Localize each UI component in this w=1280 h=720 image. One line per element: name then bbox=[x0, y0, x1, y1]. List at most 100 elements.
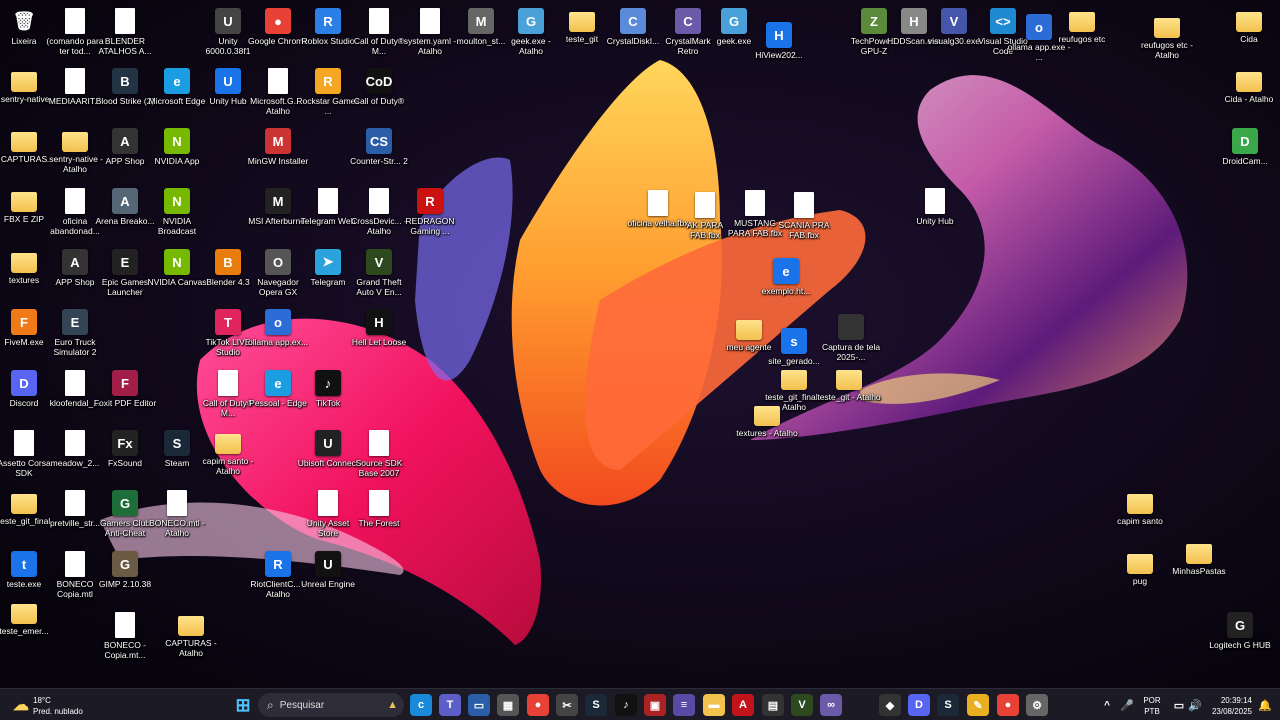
search-icon: ⌕ bbox=[267, 697, 274, 712]
clock[interactable]: 20:39:14 23/08/2025 bbox=[1204, 695, 1252, 717]
desktop-icon-droidcam[interactable]: D DroidCam... bbox=[1213, 128, 1277, 166]
desktop-icon-nvidia-app[interactable]: N NVIDIA App bbox=[145, 128, 209, 166]
taskbar-tiktok-icon[interactable]: ♪ bbox=[615, 694, 637, 716]
weather-icon[interactable]: ☁ bbox=[10, 694, 32, 716]
desktop-icon-boneco-copia-mt[interactable]: BONECO - Copia.mt... bbox=[93, 612, 157, 660]
desktop-icon-hell-let-loose[interactable]: H Hell Let Loose bbox=[347, 309, 411, 347]
taskbar-security-icon[interactable]: ◆ bbox=[879, 694, 901, 716]
taskbar-teams-icon[interactable]: T bbox=[439, 694, 461, 716]
taskbar-store-icon[interactable]: ▤ bbox=[762, 694, 784, 716]
taskbar-snipping-icon[interactable]: ✂ bbox=[556, 694, 578, 716]
desktop-icon-capturas-atalho[interactable]: CAPTURAS - Atalho bbox=[159, 612, 223, 658]
desktop-icon-foxit-pdf-editor[interactable]: F Foxit PDF Editor bbox=[93, 370, 157, 408]
desktop-icon-reufugos-etc-atalho[interactable]: reufugos etc - Atalho bbox=[1135, 14, 1199, 60]
microphone-icon[interactable]: 🎤 bbox=[1116, 694, 1138, 716]
language-indicator[interactable]: POR PTB bbox=[1140, 695, 1164, 717]
taskbar-settings-icon[interactable]: ⚙ bbox=[1026, 694, 1048, 716]
desktop-icon-boneco-mtl-atalho[interactable]: BONECO.mtl - Atalho bbox=[145, 490, 209, 538]
desktop-icon-nvidia-broadcast[interactable]: N NVIDIA Broadcast bbox=[145, 188, 209, 236]
desktop-icon-label: teste_emer... bbox=[0, 626, 49, 636]
desktop-icon-gimp-2-10-38[interactable]: G GIMP 2.10.38 bbox=[93, 551, 157, 589]
desktop-icon-label: Telegram bbox=[310, 277, 346, 287]
desktop-icon-counter-str-2[interactable]: CS Counter-Str... 2 bbox=[347, 128, 411, 166]
clock-time: 20:39:14 bbox=[1220, 696, 1252, 705]
keyboard-layout: PTB bbox=[1144, 707, 1160, 716]
taskbar-acrobat-icon[interactable]: A bbox=[732, 694, 754, 716]
folder-icon bbox=[736, 320, 762, 340]
desktop-icon-euro-truck-simulator-2[interactable]: E Euro Truck Simulator 2 bbox=[43, 309, 107, 357]
app-icon: C bbox=[620, 8, 646, 34]
start-button[interactable]: ⊞ bbox=[232, 694, 254, 716]
taskbar-vscode-taskbar-icon[interactable]: ✎ bbox=[967, 694, 989, 716]
desktop-icon-redragon-gaming[interactable]: R REDRAGON Gaming ... bbox=[398, 188, 462, 236]
app-icon: S bbox=[164, 430, 190, 456]
desktop-icon-label: DroidCam... bbox=[1222, 156, 1268, 166]
taskbar-file-explorer-icon[interactable]: ▬ bbox=[703, 694, 725, 716]
app-icon: N bbox=[164, 128, 190, 154]
folder-icon bbox=[1127, 554, 1153, 574]
desktop-icon-teste-git-atalho[interactable]: teste_git - Atalho bbox=[817, 366, 881, 402]
desktop-icon-cida[interactable]: Cida bbox=[1217, 8, 1280, 44]
taskbar-steam-2-icon[interactable]: S bbox=[937, 694, 959, 716]
app-icon: R bbox=[315, 8, 341, 34]
desktop-icon-the-forest[interactable]: The Forest bbox=[347, 490, 411, 528]
desktop-icon-reufugos-etc[interactable]: reufugos etc bbox=[1050, 8, 1114, 44]
desktop-icon-label: Hell Let Loose bbox=[351, 337, 407, 347]
folder-icon bbox=[62, 132, 88, 152]
taskbar-copilot-icon[interactable]: c bbox=[410, 694, 432, 716]
taskbar-chrome-2-icon[interactable]: ● bbox=[997, 694, 1019, 716]
taskbar-steam-icon[interactable]: S bbox=[585, 694, 607, 716]
desktop-icon-logitech-g-hub[interactable]: G Logitech G HUB bbox=[1208, 612, 1272, 650]
taskbar-chrome-icon[interactable]: ● bbox=[527, 694, 549, 716]
taskbar: ☁ 18°C Pred. nublado ⊞ ⌕ Pesquisar ▲ c T ▭… bbox=[0, 688, 1280, 720]
desktop-icon-cida-atalho[interactable]: Cida - Atalho bbox=[1217, 68, 1280, 104]
file-icon bbox=[65, 551, 85, 577]
desktop-icon-source-sdk-base-2007[interactable]: Source SDK Base 2007 bbox=[347, 430, 411, 478]
taskbar-copilot-2-icon[interactable]: ∞ bbox=[820, 694, 842, 716]
weather-widget[interactable]: 18°C Pred. nublado bbox=[33, 695, 83, 717]
desktop-icon-captura-de-tela-2025[interactable]: Captura de tela 2025-... bbox=[819, 314, 883, 362]
search-input[interactable]: ⌕ Pesquisar ▲ bbox=[258, 693, 404, 717]
desktop-icon-capim-santo-atalho[interactable]: capim santo - Atalho bbox=[196, 430, 260, 476]
app-icon: M bbox=[265, 128, 291, 154]
desktop-icon-ollama-app-ex[interactable]: o ollama app.ex... bbox=[246, 309, 310, 347]
desktop-icon-exemplo-ht[interactable]: e exemplo.ht... bbox=[754, 258, 818, 296]
taskbar-task-view-icon[interactable]: ▭ bbox=[468, 694, 490, 716]
desktop-icon-scania-pra-fab-fbx[interactable]: SCANIA PRA FAB.fbx bbox=[772, 192, 836, 240]
taskbar-notepad-icon[interactable]: ≡ bbox=[673, 694, 695, 716]
volume-icon[interactable]: 🔊 bbox=[1184, 694, 1206, 716]
file-icon bbox=[65, 430, 85, 456]
app-icon: T bbox=[215, 309, 241, 335]
desktop-icon-blender-atalhos-a[interactable]: BLENDER ATALHOS A... bbox=[93, 8, 157, 56]
desktop-icon-label: BONECO - Copia.mt... bbox=[103, 640, 147, 660]
desktop-icon-unity-hub[interactable]: Unity Hub bbox=[903, 188, 967, 226]
desktop-icon-capim-santo[interactable]: capim santo bbox=[1108, 490, 1172, 526]
taskbar-discord-icon[interactable]: D bbox=[908, 694, 930, 716]
desktop-icon-textures-atalho[interactable]: textures - Atalho bbox=[735, 402, 799, 438]
desktop-icon-label: Counter-Str... 2 bbox=[350, 156, 408, 166]
desktop-icon-hiview202[interactable]: H HiView202... bbox=[747, 22, 811, 60]
file-icon bbox=[65, 370, 85, 396]
desktop-icon-unreal-engine[interactable]: U Unreal Engine bbox=[296, 551, 360, 589]
desktop-icon-label: Cida bbox=[1240, 34, 1258, 44]
app-icon: H bbox=[366, 309, 392, 335]
desktop-icon-site-gerado[interactable]: s site_gerado... bbox=[762, 328, 826, 366]
desktop-icon-call-of-duty[interactable]: CoD Call of Duty® bbox=[347, 68, 411, 106]
desktop-icon-pug[interactable]: pug bbox=[1108, 550, 1172, 586]
desktop-icon-grand-theft-auto-v-en[interactable]: V Grand Theft Auto V En... bbox=[347, 249, 411, 297]
taskbar-photos-icon[interactable]: ▣ bbox=[644, 694, 666, 716]
desktop-icon-teste-emer[interactable]: teste_emer... bbox=[0, 600, 56, 636]
file-icon bbox=[369, 490, 389, 516]
folder-icon bbox=[754, 406, 780, 426]
desktop-icon-tiktok[interactable]: ♪ TikTok bbox=[296, 370, 360, 408]
show-hidden-icons-chevron-icon[interactable]: ^ bbox=[1096, 694, 1118, 716]
notification-bell-icon[interactable]: 🔔 bbox=[1254, 694, 1276, 716]
app-icon: G bbox=[518, 8, 544, 34]
desktop-icon-mingw-installer[interactable]: M MinGW Installer bbox=[246, 128, 310, 166]
taskbar-calculator-icon[interactable]: ▦ bbox=[497, 694, 519, 716]
search-highlight-icon: ▲ bbox=[387, 699, 398, 711]
desktop-icon-minhaspastas[interactable]: MinhasPastas bbox=[1167, 540, 1231, 576]
taskbar-gta-icon[interactable]: V bbox=[791, 694, 813, 716]
file-icon bbox=[925, 188, 945, 214]
app-icon: N bbox=[164, 188, 190, 214]
